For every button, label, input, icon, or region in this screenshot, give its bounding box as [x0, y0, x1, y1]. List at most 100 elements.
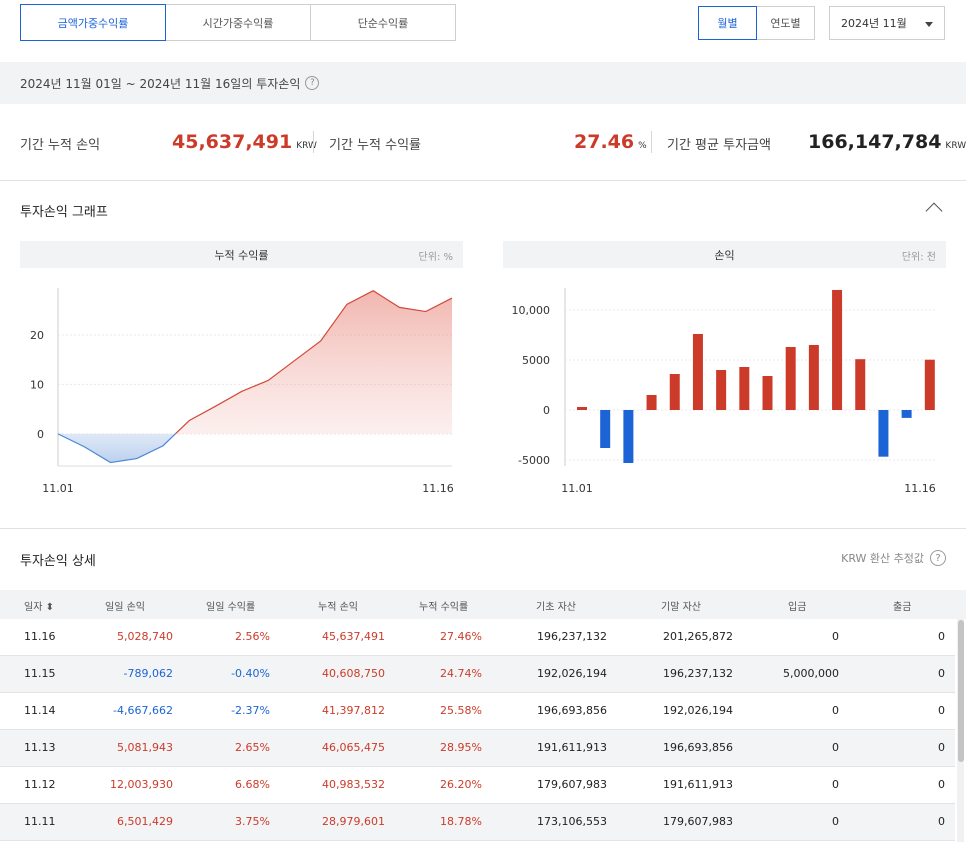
cell-date: 11.14 — [24, 704, 56, 717]
tab-money-weighted[interactable]: 금액가중수익률 — [20, 4, 166, 41]
section-divider — [0, 528, 966, 529]
bar[interactable] — [762, 376, 773, 410]
y-tick-label: 10 — [30, 378, 44, 391]
cell-begin-asset: 173,106,553 — [537, 815, 607, 828]
krw-note: KRW 환산 추정값 ? — [841, 550, 946, 566]
cell-begin-asset: 196,693,856 — [537, 704, 607, 717]
cell-date: 11.11 — [24, 815, 56, 828]
bar[interactable] — [855, 359, 866, 410]
bar[interactable] — [924, 359, 935, 410]
month-select[interactable]: 2024년 11월 — [829, 6, 945, 40]
y-tick-label: 20 — [30, 329, 44, 342]
cell-cum-return: 25.58% — [440, 704, 482, 717]
avg-invest-unit: KRW — [945, 141, 966, 151]
cell-date: 11.13 — [24, 741, 56, 754]
table-row: 11.12 12,003,930 6.68% 40,983,532 26.20% 179,… — [0, 767, 955, 804]
bar[interactable] — [808, 344, 819, 410]
divider — [313, 131, 314, 153]
avg-invest-value: 166,147,784 — [808, 131, 942, 153]
cell-deposit: 0 — [832, 630, 839, 643]
cum-pl-value-wrap: 45,637,491 KRW — [172, 131, 317, 153]
cell-cum-return: 27.46% — [440, 630, 482, 643]
cum-return-chart: 0 10 20 11.01 11.16 — [30, 288, 454, 495]
y-tick-label: 10,000 — [512, 304, 551, 317]
cell-daily-return: 2.56% — [235, 630, 270, 643]
cell-daily-return: -2.37% — [231, 704, 270, 717]
cell-begin-asset: 192,026,194 — [537, 667, 607, 680]
krw-note-text: KRW 환산 추정값 — [841, 552, 924, 565]
cell-date: 11.16 — [24, 630, 56, 643]
cell-deposit: 0 — [832, 778, 839, 791]
cell-cum-pl: 28,979,601 — [322, 815, 385, 828]
cell-cum-pl: 40,983,532 — [322, 778, 385, 791]
avg-invest-value-wrap: 166,147,784 KRW — [808, 131, 966, 153]
bar[interactable] — [577, 407, 587, 410]
bar[interactable] — [669, 374, 680, 410]
bar[interactable] — [901, 410, 912, 418]
bar[interactable] — [739, 367, 750, 410]
col-date-header[interactable]: 일자 ⬍ — [24, 598, 54, 613]
cum-return-chart-unit: 단위: % — [418, 252, 453, 263]
bar[interactable] — [600, 410, 611, 448]
bar[interactable] — [716, 370, 727, 410]
cell-cum-pl: 46,065,475 — [322, 741, 385, 754]
table-row: 11.15 -789,062 -0.40% 40,608,750 24.74% 192,0… — [0, 656, 955, 693]
cell-end-asset: 196,237,132 — [663, 667, 733, 680]
x-tick-label: 11.01 — [42, 482, 74, 495]
cum-pl-label-wrap: 기간 누적 손익 — [20, 134, 100, 153]
cell-daily-pl: 12,003,930 — [110, 778, 173, 791]
cell-daily-return: -0.40% — [231, 667, 270, 680]
cum-return-value-wrap: 27.46 % — [574, 131, 647, 153]
cell-end-asset: 179,607,983 — [663, 815, 733, 828]
monthly-button[interactable]: 월별 — [698, 6, 757, 40]
pl-chart-unit: 단위: 천 — [901, 252, 936, 263]
bar[interactable] — [785, 347, 796, 410]
col-cum-return-header: 누적 수익률 — [419, 602, 469, 613]
cell-withdraw: 0 — [938, 778, 945, 791]
help-icon[interactable]: ? — [305, 76, 320, 90]
table-row: 11.16 5,028,740 2.56% 45,637,491 27.46% 196,2… — [0, 619, 955, 656]
graph-section-title: 투자손익 그래프 — [20, 205, 108, 220]
cell-cum-return: 28.95% — [440, 741, 482, 754]
help-icon[interactable]: ? — [930, 550, 946, 566]
bar[interactable] — [623, 410, 634, 463]
bar[interactable] — [692, 334, 703, 410]
cell-cum-pl: 40,608,750 — [322, 667, 385, 680]
col-daily-return-header: 일일 수익률 — [206, 602, 256, 613]
bar[interactable] — [832, 289, 843, 410]
cell-cum-pl: 45,637,491 — [322, 630, 385, 643]
cell-begin-asset: 196,237,132 — [537, 630, 607, 643]
bar[interactable] — [878, 410, 889, 457]
chevron-up-icon[interactable] — [925, 202, 943, 220]
bar[interactable] — [646, 395, 657, 410]
cell-deposit: 0 — [832, 741, 839, 754]
month-select-value: 2024년 11월 — [841, 17, 907, 30]
cum-return-chart-header: 누적 수익률 단위: % — [20, 241, 463, 268]
detail-section-title: 투자손익 상세 — [20, 554, 96, 569]
cell-end-asset: 201,265,872 — [663, 630, 733, 643]
tab-time-weighted[interactable]: 시간가중수익률 — [165, 4, 311, 41]
period-toggle: 월별 연도별 — [698, 6, 815, 40]
yearly-button[interactable]: 연도별 — [756, 6, 815, 40]
cell-deposit: 0 — [832, 815, 839, 828]
cell-withdraw: 0 — [938, 741, 945, 754]
cell-daily-pl: -789,062 — [123, 667, 173, 680]
cell-end-asset: 196,693,856 — [663, 741, 733, 754]
cum-pl-value: 45,637,491 — [172, 131, 293, 153]
table-row: 11.11 6,501,429 3.75% 28,979,601 18.78% 173,1… — [0, 804, 955, 841]
scrollbar-thumb[interactable] — [958, 620, 964, 762]
y-tick-label: -5000 — [518, 454, 550, 467]
chevron-down-icon — [925, 22, 933, 27]
y-tick-label: 0 — [543, 404, 550, 417]
tab-simple-return[interactable]: 단순수익률 — [310, 4, 456, 41]
avg-invest-label: 기간 평균 투자금액 — [667, 138, 771, 153]
col-begin-asset-header: 기초 자산 — [536, 602, 576, 613]
y-tick-label: 5000 — [522, 354, 550, 367]
cell-daily-return: 6.68% — [235, 778, 270, 791]
cell-withdraw: 0 — [938, 704, 945, 717]
cum-pl-label: 기간 누적 손익 — [20, 138, 101, 153]
cell-daily-pl: 6,501,429 — [117, 815, 173, 828]
cell-cum-return: 18.78% — [440, 815, 482, 828]
period-text: 2024년 11월 01일 ~ 2024년 11월 16일의 투자손익 — [20, 76, 301, 91]
col-cum-pl-header: 누적 손익 — [318, 602, 358, 613]
